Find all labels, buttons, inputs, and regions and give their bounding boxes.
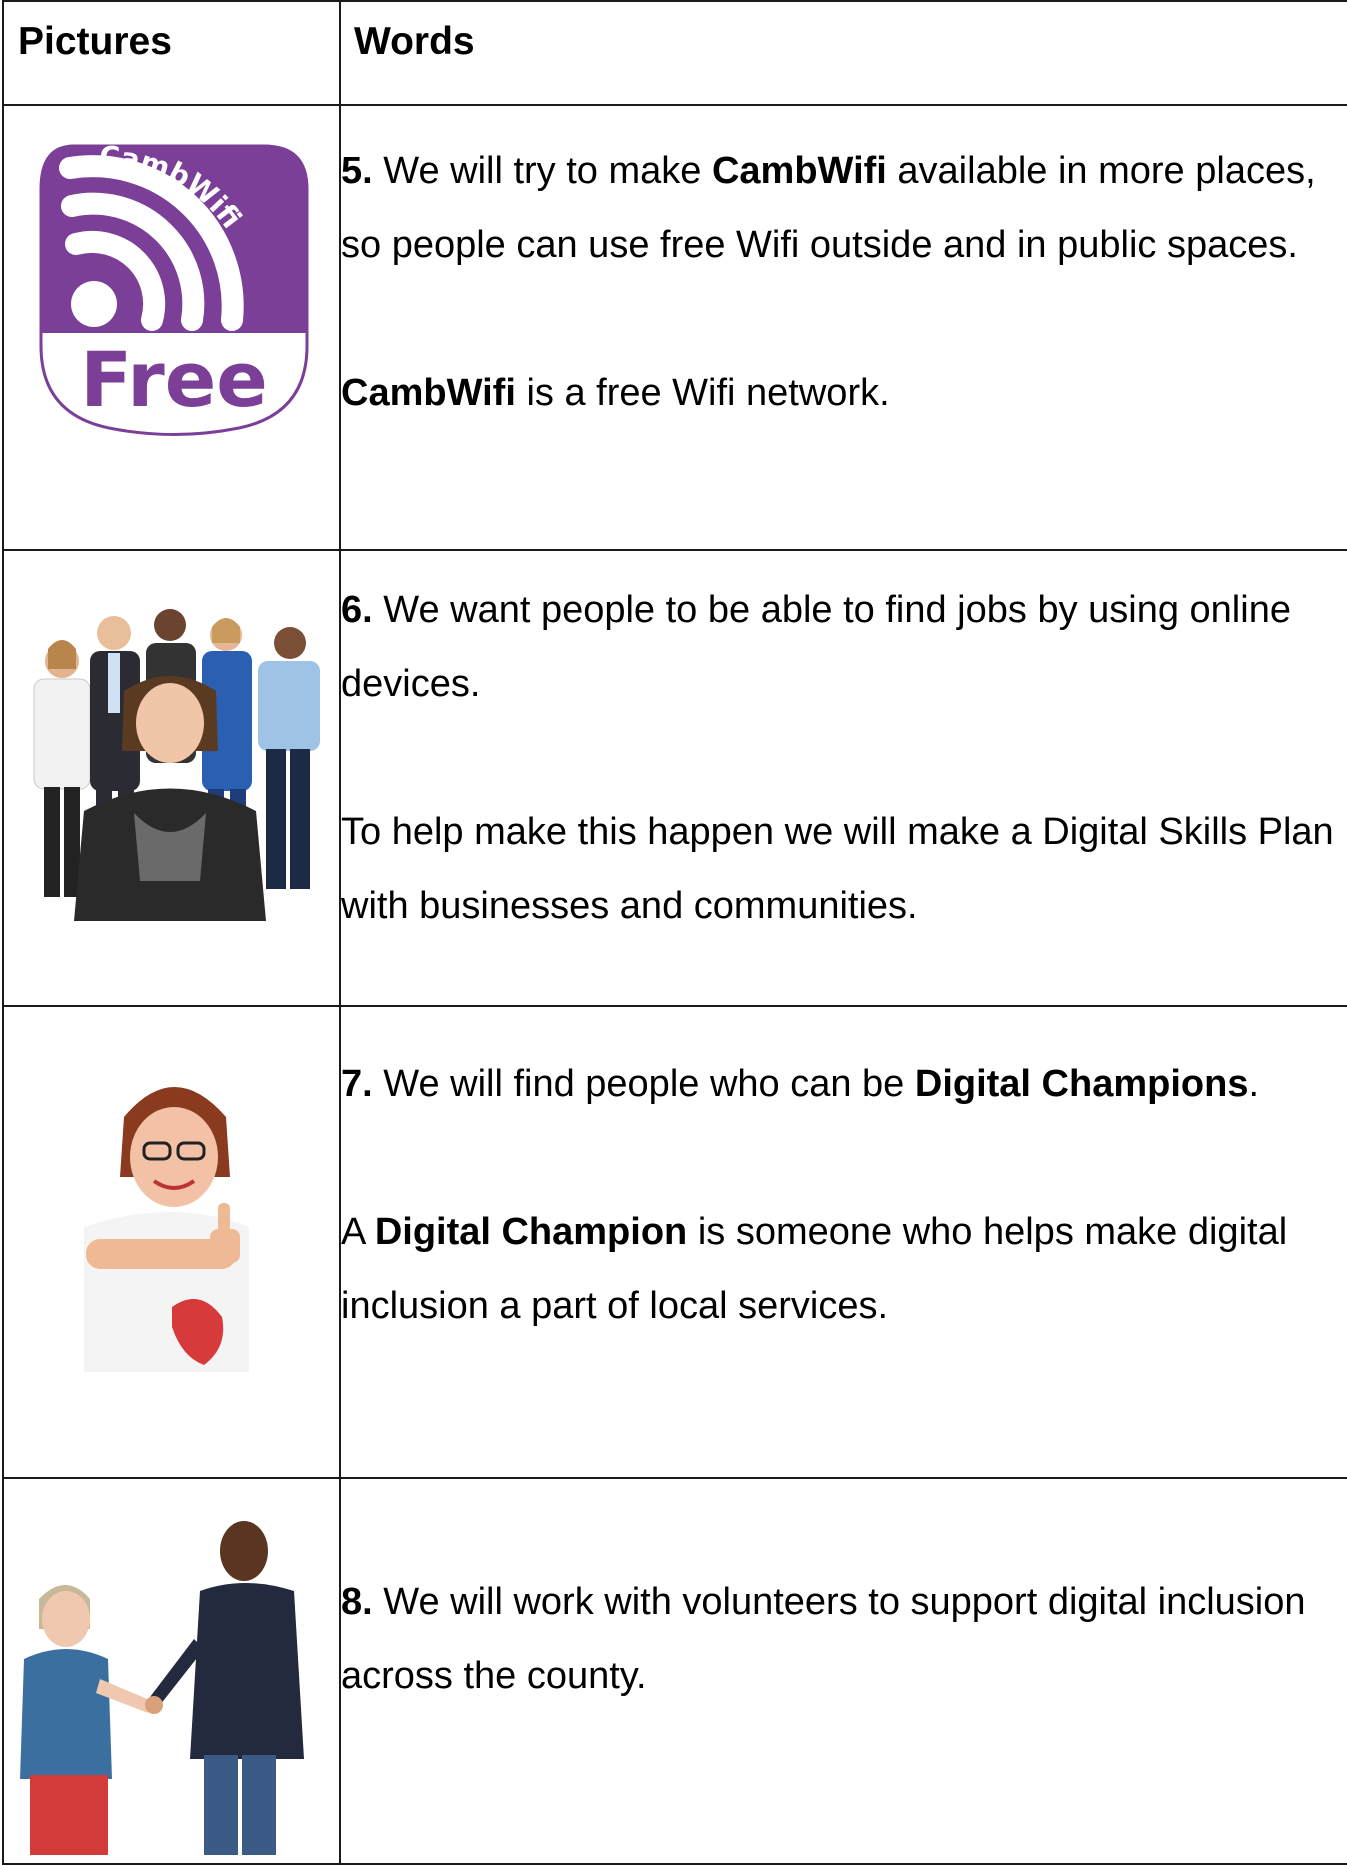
thumbs-up-woman-illustration: [84, 1087, 249, 1372]
picture-cell: [2, 549, 341, 1007]
table-row: CambWifi Free 5. We will try to make Cam…: [2, 104, 1347, 551]
words-cell: 7. We will find people who can be Digita…: [339, 1005, 1347, 1479]
paragraph: 8. We will work with volunteers to suppo…: [341, 1581, 1306, 1697]
words-cell: 8. We will work with volunteers to suppo…: [339, 1477, 1347, 1865]
cambwifi-logo: CambWifi Free: [39, 140, 309, 436]
paragraph: 5. We will try to make CambWifi availabl…: [341, 150, 1316, 266]
paragraph: A Digital Champion is someone who helps …: [341, 1211, 1288, 1327]
person-figure: [258, 627, 320, 889]
handshake-illustration: [20, 1521, 304, 1855]
header-words: Words: [339, 0, 1347, 106]
header-pictures: Pictures: [2, 0, 341, 106]
picture-cell: CambWifi Free: [2, 104, 341, 551]
picture-cell: [2, 1477, 341, 1865]
paragraph: 6. We want people to be able to find job…: [341, 589, 1291, 705]
words-cell: 6. We want people to be able to find job…: [339, 549, 1347, 1007]
easy-read-table: Pictures Words CambWifi Free 5. We will …: [2, 0, 1347, 1865]
paragraph: 7. We will find people who can be Digita…: [341, 1063, 1260, 1105]
group-of-people-illustration: [33, 609, 320, 921]
logo-free-text: Free: [80, 335, 268, 424]
table-row: 6. We want people to be able to find job…: [2, 549, 1347, 1007]
table-row: 8. We will work with volunteers to suppo…: [2, 1477, 1347, 1865]
table-row: 7. We will find people who can be Digita…: [2, 1005, 1347, 1479]
easy-read-page: Pictures Words CambWifi Free 5. We will …: [0, 0, 1347, 1865]
picture-cell: [2, 1005, 341, 1479]
paragraph: To help make this happen we will make a …: [341, 811, 1334, 927]
header-row: Pictures Words: [2, 0, 1347, 106]
paragraph: CambWifi is a free Wifi network.: [341, 372, 890, 414]
words-cell: 5. We will try to make CambWifi availabl…: [339, 104, 1347, 551]
